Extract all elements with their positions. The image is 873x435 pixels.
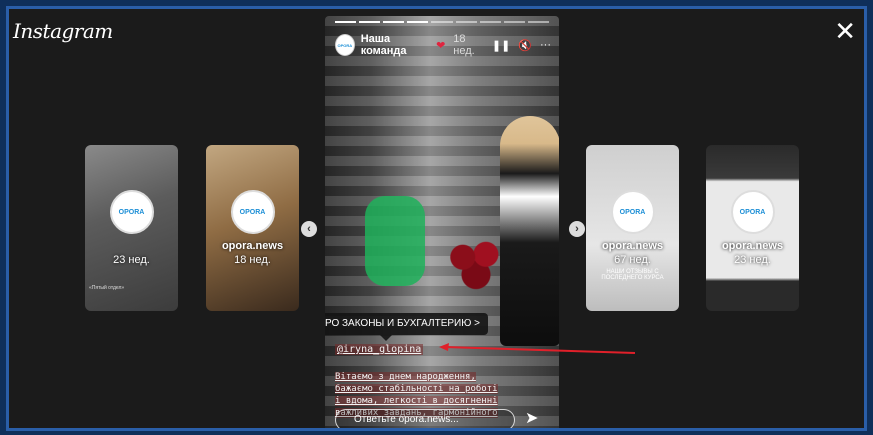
avatar-label: OPORA — [619, 208, 646, 216]
mention-tag[interactable]: @iryna_glopina — [335, 344, 424, 355]
story-card-age: 23 нед. — [734, 254, 771, 266]
story-card-age: 18 нед. — [234, 254, 271, 266]
story-time: 18 нед. — [453, 33, 475, 57]
mute-icon[interactable]: 🔇 — [518, 39, 532, 52]
pause-icon[interactable]: ❚❚ — [492, 39, 510, 52]
story-card-age: 23 нед. — [113, 254, 150, 266]
story-card-age: 67 нед. — [614, 254, 651, 266]
instagram-logo[interactable]: Instagram — [13, 19, 113, 43]
progress-segment — [455, 21, 477, 23]
caption-line: бажаємо стабільності на роботі — [335, 384, 498, 394]
avatar: OPORA — [730, 190, 775, 234]
progress-segment — [383, 21, 405, 23]
more-icon[interactable]: ··· — [540, 39, 551, 52]
progress-segment — [431, 21, 453, 23]
story-card-username: opora.news — [721, 240, 784, 252]
story-viewer: Instagram ✕ OPORA 23 нед. «Пятый отдел» … — [6, 6, 867, 431]
story-card-caption: НАШИ ОТЗЫВЫ С ПОСЛЕДНЕГО КУРСА — [601, 269, 664, 281]
progress-segment — [479, 21, 501, 23]
next-story-button[interactable]: › — [569, 221, 585, 237]
avatar: OPORA — [230, 190, 275, 234]
story-card-1[interactable]: OPORA 23 нед. «Пятый отдел» — [85, 145, 178, 311]
reply-input[interactable]: Ответьте opora.news... — [335, 409, 515, 428]
sticker-tip — [380, 335, 392, 341]
story-card-3[interactable]: OPORA opora.news 67 нед. НАШИ ОТЗЫВЫ С П… — [586, 145, 679, 311]
heart-icon: ❤ — [436, 39, 446, 52]
link-sticker[interactable]: РО ЗАКОНЫ И БУХГАЛТЕРИЮ > — [325, 313, 488, 335]
progress-segment — [335, 21, 357, 23]
send-icon[interactable]: ➤ — [525, 408, 538, 428]
progress-segment — [359, 21, 381, 23]
avatar: OPORA — [109, 190, 154, 234]
story-controls: ❚❚ 🔇 ··· — [492, 39, 551, 52]
close-icon[interactable]: ✕ — [834, 19, 856, 45]
story-card-username: opora.news — [221, 240, 284, 252]
story-header: OPORA Наша команда ❤ 18 нед. ❚❚ 🔇 ··· — [335, 32, 551, 58]
avatar-label: OPORA — [118, 208, 145, 216]
author-avatar[interactable]: OPORA — [335, 34, 355, 56]
main-story[interactable]: OPORA Наша команда ❤ 18 нед. ❚❚ 🔇 ··· РО… — [325, 16, 559, 428]
story-card-caption: «Пятый отдел» — [89, 285, 125, 291]
avatar: OPORA — [610, 190, 655, 234]
progress-segment — [503, 21, 525, 23]
avatar-label: OPORA — [239, 208, 266, 216]
caption-line: і вдома, легкості в досягненні — [335, 396, 498, 406]
caption-line: Вітаємо з днем народження, — [335, 372, 476, 382]
prev-story-button[interactable]: ‹ — [301, 221, 317, 237]
progress-segment — [407, 21, 429, 23]
story-author[interactable]: Наша команда — [361, 33, 430, 57]
story-card-username: opora.news — [601, 240, 664, 252]
story-background-object — [365, 196, 425, 286]
story-roses — [443, 234, 509, 292]
avatar-label: OPORA — [337, 42, 353, 48]
annotation-arrow — [439, 343, 635, 354]
story-person — [500, 116, 559, 346]
story-card-4[interactable]: OPORA opora.news 23 нед. — [706, 145, 799, 311]
story-progress-bar — [335, 21, 549, 23]
story-card-2[interactable]: OPORA opora.news 18 нед. — [206, 145, 299, 311]
progress-segment — [527, 21, 549, 23]
avatar-label: OPORA — [739, 208, 766, 216]
